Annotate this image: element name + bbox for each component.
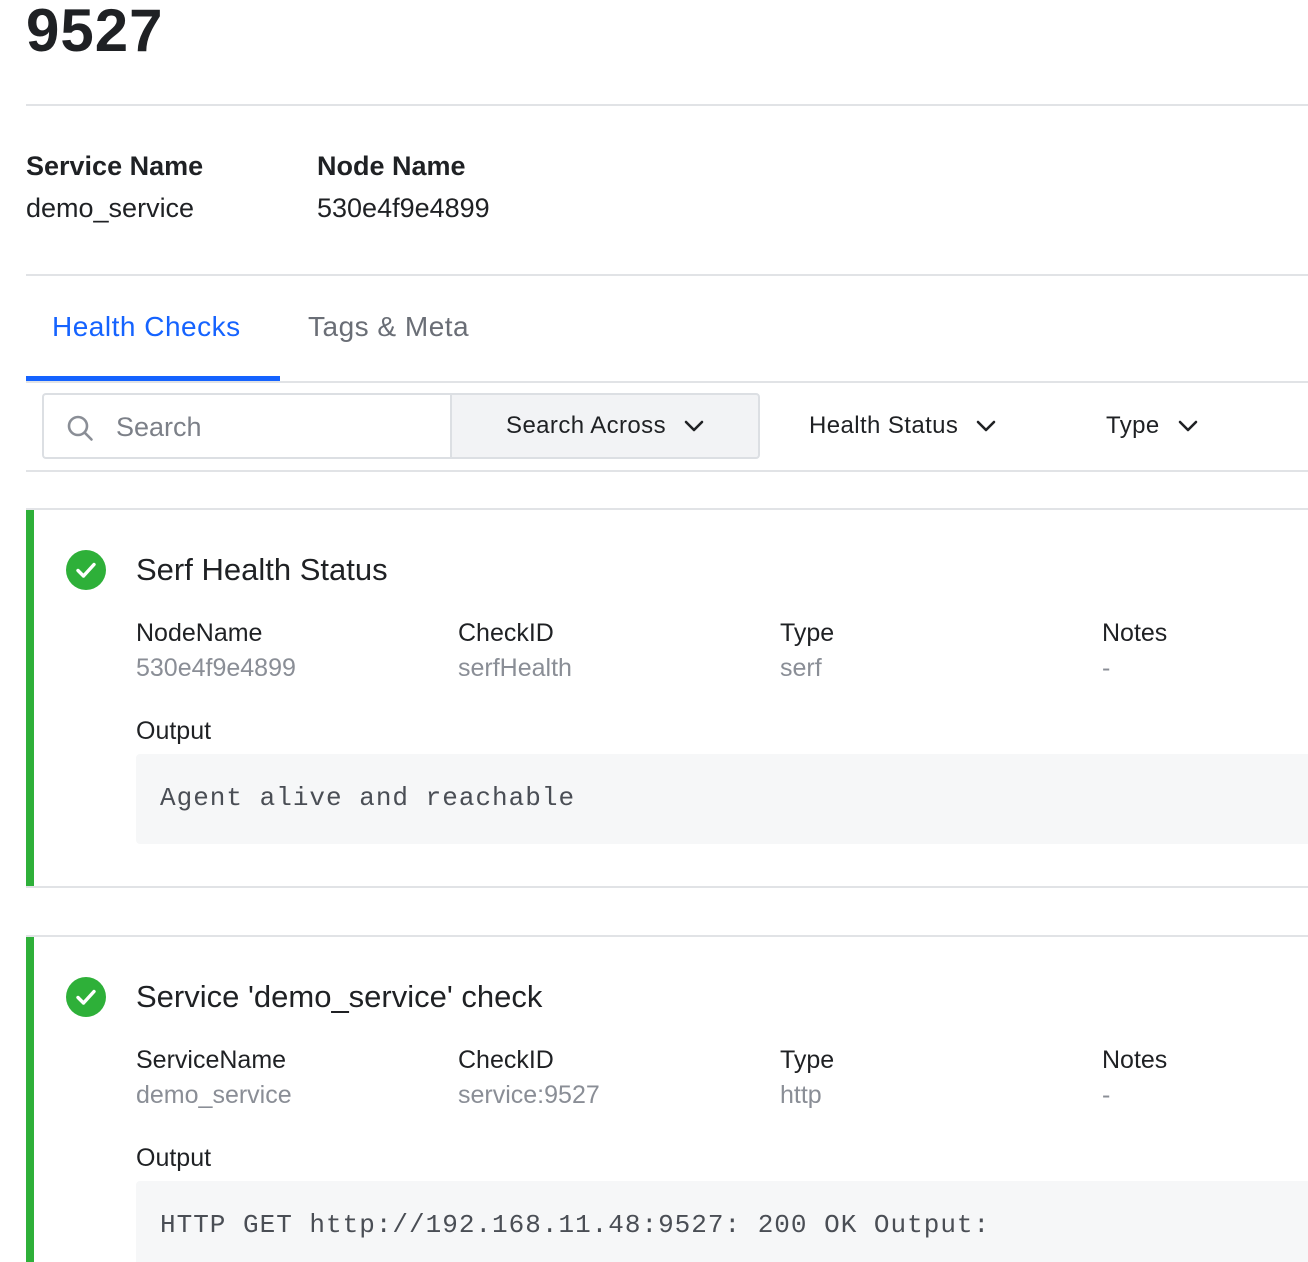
health-check-card: Service 'demo_service' check ServiceName…: [26, 935, 1308, 1262]
check-field-checkid: CheckID service:9527: [458, 1045, 600, 1110]
title-divider: [26, 104, 1308, 106]
chevron-down-icon: [976, 420, 996, 432]
field-value: serfHealth: [458, 654, 572, 682]
page-title: 9527: [26, 0, 164, 64]
field-value: service:9527: [458, 1081, 600, 1109]
health-status-filter[interactable]: Health Status: [809, 393, 996, 459]
tab-tags-meta[interactable]: Tags & Meta: [308, 310, 469, 344]
search-across-label: Search Across: [506, 412, 666, 439]
chevron-down-icon: [1178, 420, 1197, 432]
status-bar: [26, 510, 34, 886]
field-label: Notes: [1102, 1046, 1168, 1074]
node-name-label: Node Name: [317, 151, 466, 181]
service-instance-page: 9527 Service Name demo_service Node Name…: [0, 0, 1308, 1262]
check-field-notes: Notes -: [1102, 1045, 1167, 1110]
summary-divider: [26, 274, 1308, 276]
check-field-checkid: CheckID serfHealth: [458, 618, 572, 683]
field-value: -: [1102, 654, 1111, 682]
search-box: [42, 393, 450, 459]
filter-toolbar: Search Across Health Status Type: [26, 383, 1308, 471]
output-label: Output: [136, 717, 212, 745]
tab-bar: Health Checks Tags & Meta: [26, 300, 1308, 382]
field-value: demo_service: [136, 1081, 292, 1109]
search-input[interactable]: [114, 403, 438, 451]
output-box: HTTP GET http://192.168.11.48:9527: 200 …: [136, 1181, 1308, 1262]
check-field-nodename: NodeName 530e4f9e4899: [136, 618, 296, 683]
check-field-notes: Notes -: [1102, 618, 1167, 683]
output-text: HTTP GET http://192.168.11.48:9527: 200 …: [160, 1210, 991, 1240]
field-label: Type: [780, 619, 835, 647]
service-name-block: Service Name demo_service: [26, 150, 203, 224]
check-field-servicename: ServiceName demo_service: [136, 1045, 292, 1110]
field-label: CheckID: [458, 619, 554, 647]
field-label: Type: [780, 1046, 835, 1074]
check-circle-icon: [66, 550, 106, 590]
check-title: Service 'demo_service' check: [136, 979, 543, 1014]
status-bar: [26, 937, 34, 1262]
field-value: http: [780, 1081, 822, 1109]
field-label: CheckID: [458, 1046, 554, 1074]
search-icon: [67, 415, 93, 441]
check-field-type: Type serf: [780, 618, 834, 683]
tab-health-checks[interactable]: Health Checks: [52, 310, 241, 344]
field-value: serf: [780, 654, 822, 682]
output-label: Output: [136, 1144, 212, 1172]
field-value: -: [1102, 1081, 1111, 1109]
type-filter[interactable]: Type: [1106, 393, 1198, 459]
output-box: Agent alive and reachable: [136, 754, 1308, 844]
service-name-value: demo_service: [26, 193, 195, 223]
chevron-down-icon: [684, 420, 704, 432]
health-check-card: Serf Health Status NodeName 530e4f9e4899…: [26, 508, 1308, 888]
check-circle-icon: [66, 977, 106, 1017]
field-label: Notes: [1102, 619, 1168, 647]
check-title: Serf Health Status: [136, 552, 388, 587]
node-name-value[interactable]: 530e4f9e4899: [317, 192, 490, 224]
search-across-dropdown[interactable]: Search Across: [450, 393, 760, 459]
output-text: Agent alive and reachable: [160, 783, 576, 813]
check-field-type: Type http: [780, 1045, 834, 1110]
field-value: 530e4f9e4899: [136, 654, 296, 682]
health-status-label: Health Status: [809, 412, 959, 439]
service-name-label: Service Name: [26, 151, 204, 181]
field-label: NodeName: [136, 619, 263, 647]
field-label: ServiceName: [136, 1046, 287, 1074]
type-filter-label: Type: [1106, 412, 1160, 439]
node-name-block: Node Name 530e4f9e4899: [317, 150, 490, 224]
toolbar-divider: [26, 470, 1308, 472]
